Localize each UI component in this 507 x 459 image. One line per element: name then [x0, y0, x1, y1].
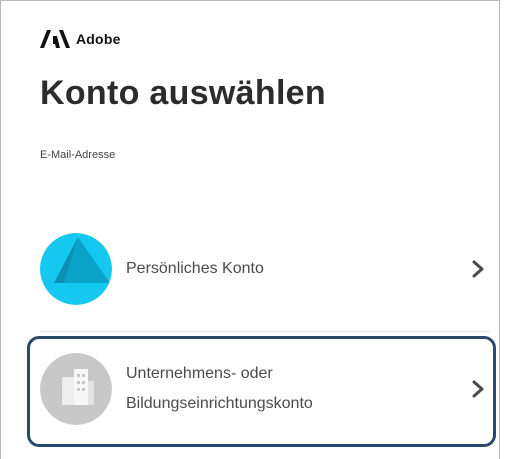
divider	[40, 331, 491, 332]
business-account-label-line2: Bildungseinrichtungskonto	[126, 395, 313, 412]
email-label: E-Mail-Adresse	[40, 149, 116, 161]
chevron-right-icon	[472, 260, 484, 278]
page-title: Konto auswählen	[40, 74, 326, 112]
chevron-right-icon	[472, 380, 484, 398]
building-icon	[40, 353, 112, 425]
brand-name: Adobe	[76, 31, 121, 47]
adobe-brand: Adobe	[40, 30, 121, 48]
business-account-label-line1: Unternehmens- oder	[126, 365, 273, 382]
business-account-label: Unternehmens- oder Bildungseinrichtungsk…	[126, 359, 471, 419]
business-account-option[interactable]: Unternehmens- oder Bildungseinrichtungsk…	[40, 353, 491, 425]
adobe-logo-icon	[40, 30, 70, 48]
personal-account-label: Persönliches Konto	[126, 260, 264, 277]
personal-account-option[interactable]: Persönliches Konto	[40, 232, 491, 306]
personal-account-avatar-icon	[40, 233, 112, 305]
